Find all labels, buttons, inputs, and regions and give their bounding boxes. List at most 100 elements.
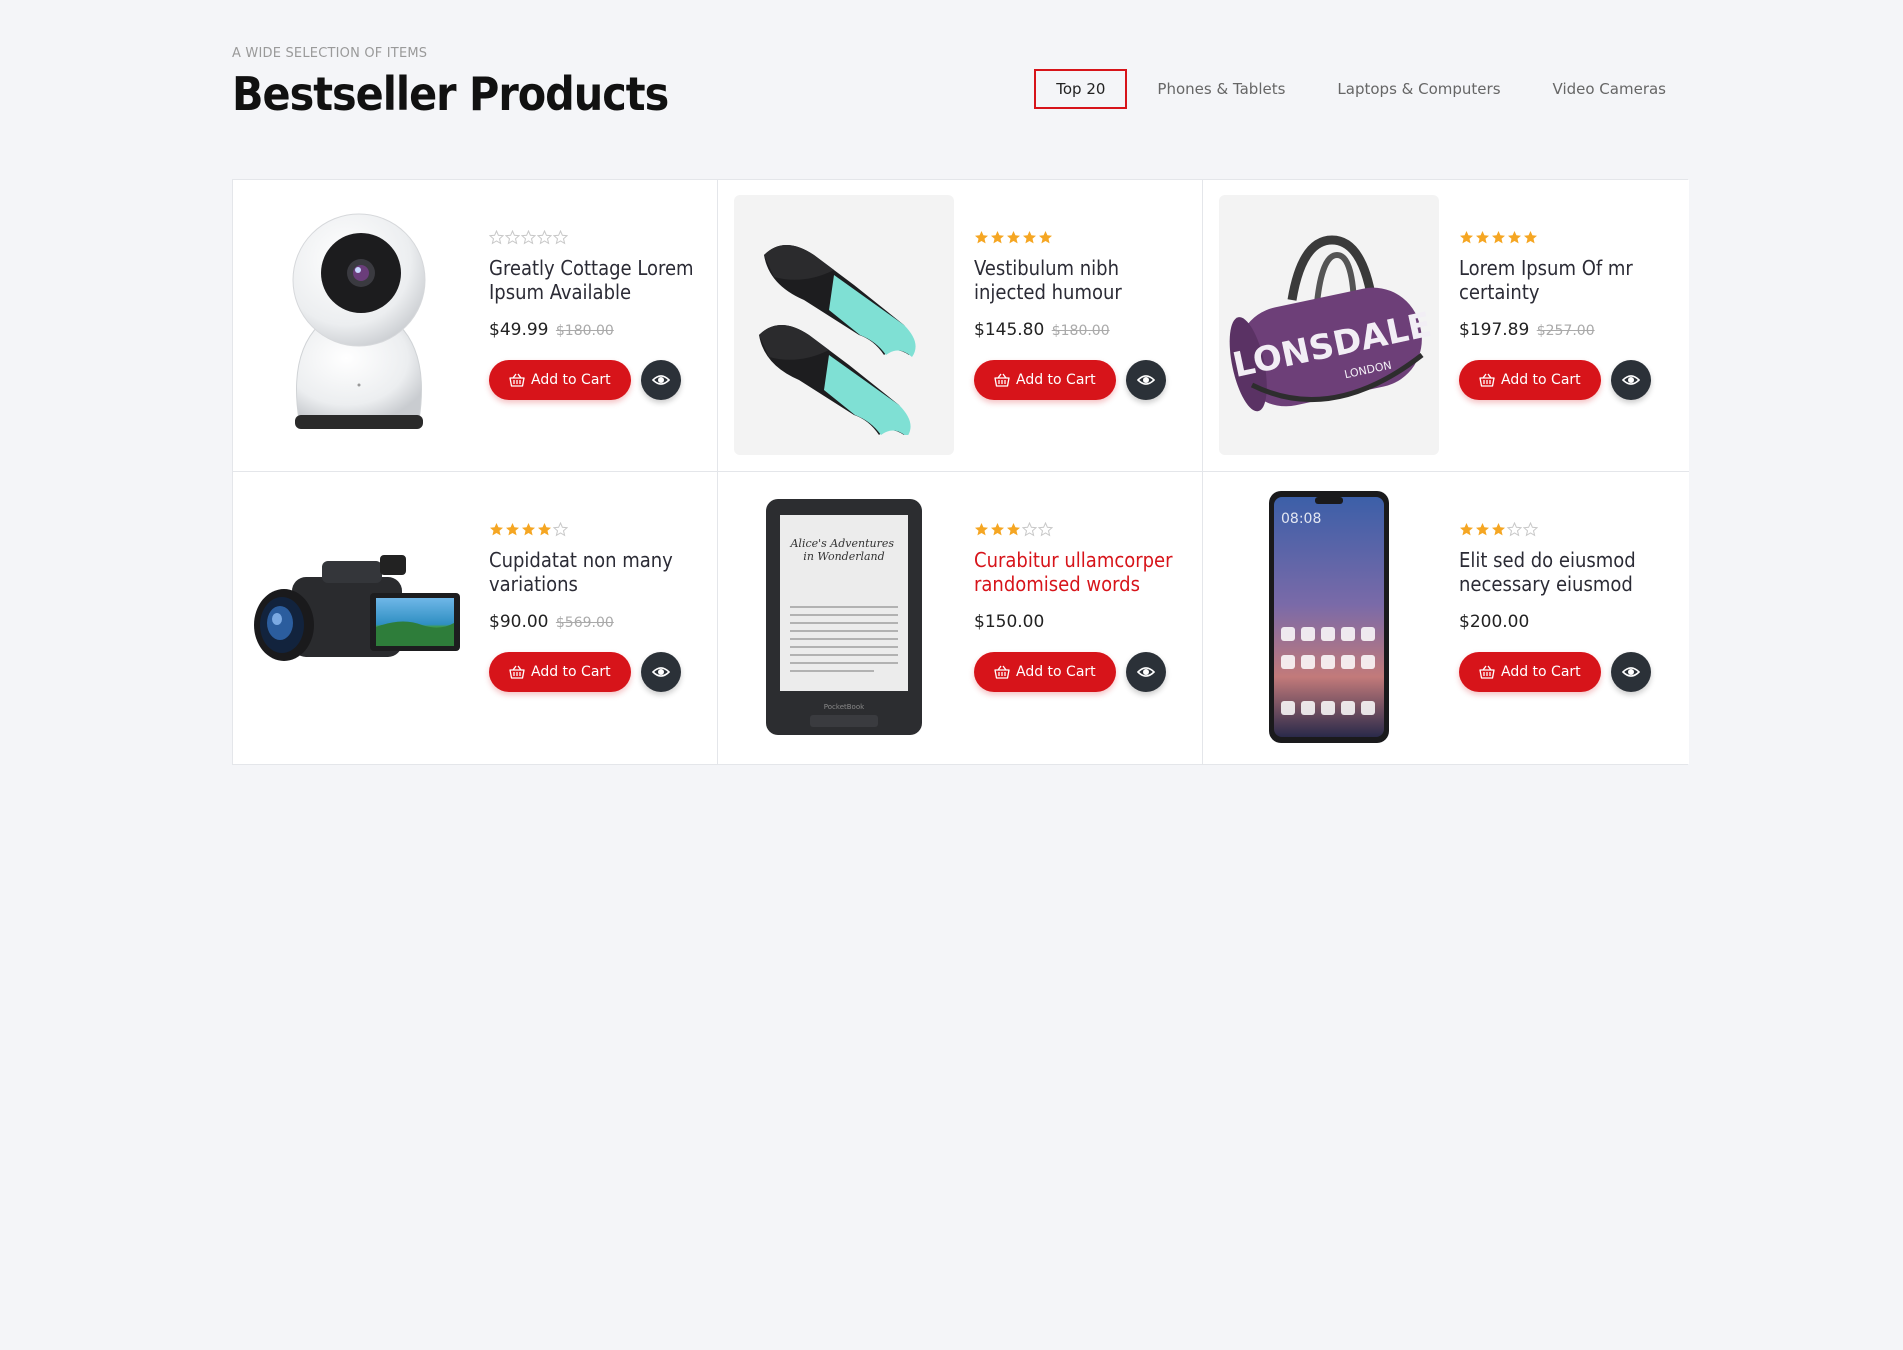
- basket-icon: [1479, 665, 1495, 679]
- basket-icon: [1479, 373, 1495, 387]
- product-price: $150.00: [974, 612, 1184, 632]
- star-empty-icon: [505, 230, 520, 245]
- star-empty-icon: [1523, 522, 1538, 537]
- product-price: $200.00: [1459, 612, 1669, 632]
- product-name[interactable]: Greatly Cottage Lorem Ipsum Available: [489, 256, 699, 304]
- product-name[interactable]: Cupidatat non many variations: [489, 548, 699, 596]
- star-filled-icon: [490, 523, 503, 536]
- add-to-cart-label: Add to Cart: [1501, 372, 1581, 388]
- quick-view-button[interactable]: [1125, 652, 1166, 692]
- product-card: Vestibulum nibh injected humour $145.80 …: [718, 180, 1203, 472]
- product-info: Vestibulum nibh injected humour $145.80 …: [974, 230, 1184, 400]
- basket-icon: [994, 665, 1010, 679]
- rating-stars: [974, 230, 1184, 246]
- quick-view-button[interactable]: [1610, 360, 1651, 400]
- product-image-ereader[interactable]: Alice's Adventures in Wonderland PocketB…: [734, 487, 954, 747]
- product-card: Alice's Adventures in Wonderland PocketB…: [718, 472, 1203, 764]
- product-image-smartphone[interactable]: 08:08: [1219, 487, 1439, 747]
- old-price: $180.00: [1051, 323, 1110, 339]
- product-price: $197.89 $257.00: [1459, 320, 1669, 340]
- star-empty-icon: [1022, 522, 1037, 537]
- eye-icon: [1621, 667, 1640, 677]
- add-to-cart-label: Add to Cart: [1016, 372, 1096, 388]
- star-filled-icon: [975, 523, 988, 536]
- product-image-swim-fins[interactable]: [734, 195, 954, 455]
- product-actions: Add to Cart: [1459, 360, 1669, 400]
- product-actions: Add to Cart: [489, 652, 699, 692]
- star-filled-icon: [1476, 523, 1489, 536]
- quick-view-button[interactable]: [1125, 360, 1166, 400]
- product-info: Elit sed do eiusmod necessary eiusmod $2…: [1459, 522, 1669, 692]
- product-actions: Add to Cart: [974, 652, 1184, 692]
- product-info: Cupidatat non many variations $90.00 $56…: [489, 522, 699, 692]
- tab-phones-tablets[interactable]: Phones & Tablets: [1135, 69, 1307, 109]
- product-image-camcorder[interactable]: [249, 487, 469, 747]
- product-name[interactable]: Elit sed do eiusmod necessary eiusmod: [1459, 548, 1669, 596]
- add-to-cart-button[interactable]: Add to Cart: [974, 652, 1116, 692]
- product-price: $49.99 $180.00: [489, 320, 699, 340]
- add-to-cart-label: Add to Cart: [1501, 664, 1581, 680]
- star-empty-icon: [521, 230, 536, 245]
- current-price: $145.80: [974, 320, 1045, 340]
- add-to-cart-button[interactable]: Add to Cart: [1459, 360, 1601, 400]
- smartphone-image: 08:08: [1269, 491, 1389, 743]
- product-card: 08:08 Elit sed do eiusmod necessary eius…: [1203, 472, 1689, 764]
- eye-icon: [1621, 375, 1640, 385]
- add-to-cart-label: Add to Cart: [531, 372, 611, 388]
- ereader-image: Alice's Adventures in Wonderland PocketB…: [766, 499, 922, 735]
- product-image-security-camera[interactable]: [249, 195, 469, 455]
- current-price: $200.00: [1459, 612, 1530, 632]
- star-filled-icon: [1524, 231, 1537, 244]
- product-card: LONSDALE LONDON Lorem Ipsum Of mr certai…: [1203, 180, 1689, 472]
- category-tabs: Top 20 Phones & Tablets Laptops & Comput…: [1026, 69, 1688, 109]
- star-filled-icon: [1492, 523, 1505, 536]
- add-to-cart-button[interactable]: Add to Cart: [1459, 652, 1601, 692]
- swim-fins-image: [759, 245, 916, 435]
- add-to-cart-button[interactable]: Add to Cart: [489, 652, 631, 692]
- add-to-cart-label: Add to Cart: [531, 664, 611, 680]
- tab-top-20[interactable]: Top 20: [1034, 69, 1128, 109]
- product-info: Lorem Ipsum Of mr certainty $197.89 $257…: [1459, 230, 1669, 400]
- quick-view-button[interactable]: [640, 652, 681, 692]
- product-actions: Add to Cart: [489, 360, 699, 400]
- star-filled-icon: [991, 523, 1004, 536]
- tab-laptops-computers[interactable]: Laptops & Computers: [1315, 69, 1522, 109]
- star-empty-icon: [1038, 522, 1053, 537]
- current-price: $150.00: [974, 612, 1045, 632]
- tab-video-cameras[interactable]: Video Cameras: [1531, 69, 1688, 109]
- add-to-cart-label: Add to Cart: [1016, 664, 1096, 680]
- star-empty-icon: [537, 230, 552, 245]
- old-price: $257.00: [1536, 323, 1595, 339]
- eye-icon: [651, 667, 670, 677]
- product-grid: Greatly Cottage Lorem Ipsum Available $4…: [232, 179, 1689, 765]
- product-price: $145.80 $180.00: [974, 320, 1184, 340]
- add-to-cart-button[interactable]: Add to Cart: [974, 360, 1116, 400]
- star-empty-icon: [553, 230, 568, 245]
- product-info: Curabitur ullamcorper randomised words $…: [974, 522, 1184, 692]
- star-filled-icon: [1460, 231, 1473, 244]
- star-filled-icon: [1460, 523, 1473, 536]
- rating-stars: [489, 230, 699, 246]
- product-actions: Add to Cart: [1459, 652, 1669, 692]
- product-name[interactable]: Lorem Ipsum Of mr certainty: [1459, 256, 1669, 304]
- add-to-cart-button[interactable]: Add to Cart: [489, 360, 631, 400]
- star-empty-icon: [1507, 522, 1522, 537]
- quick-view-button[interactable]: [1610, 652, 1651, 692]
- rating-stars: [1459, 230, 1669, 246]
- current-price: $49.99: [489, 320, 549, 340]
- product-info: Greatly Cottage Lorem Ipsum Available $4…: [489, 230, 699, 400]
- product-name[interactable]: Curabitur ullamcorper randomised words: [974, 548, 1184, 596]
- svg-text:PocketBook: PocketBook: [824, 703, 865, 711]
- old-price: $569.00: [555, 615, 614, 631]
- product-name[interactable]: Vestibulum nibh injected humour: [974, 256, 1184, 304]
- product-actions: Add to Cart: [974, 360, 1184, 400]
- star-filled-icon: [1508, 231, 1521, 244]
- quick-view-button[interactable]: [640, 360, 681, 400]
- product-card: Cupidatat non many variations $90.00 $56…: [233, 472, 718, 764]
- star-empty-icon: [489, 230, 504, 245]
- product-card: Greatly Cottage Lorem Ipsum Available $4…: [233, 180, 718, 472]
- old-price: $180.00: [555, 323, 614, 339]
- rating-stars: [489, 522, 699, 538]
- product-image-duffel-bag[interactable]: LONSDALE LONDON: [1219, 195, 1439, 455]
- eye-icon: [1136, 375, 1155, 385]
